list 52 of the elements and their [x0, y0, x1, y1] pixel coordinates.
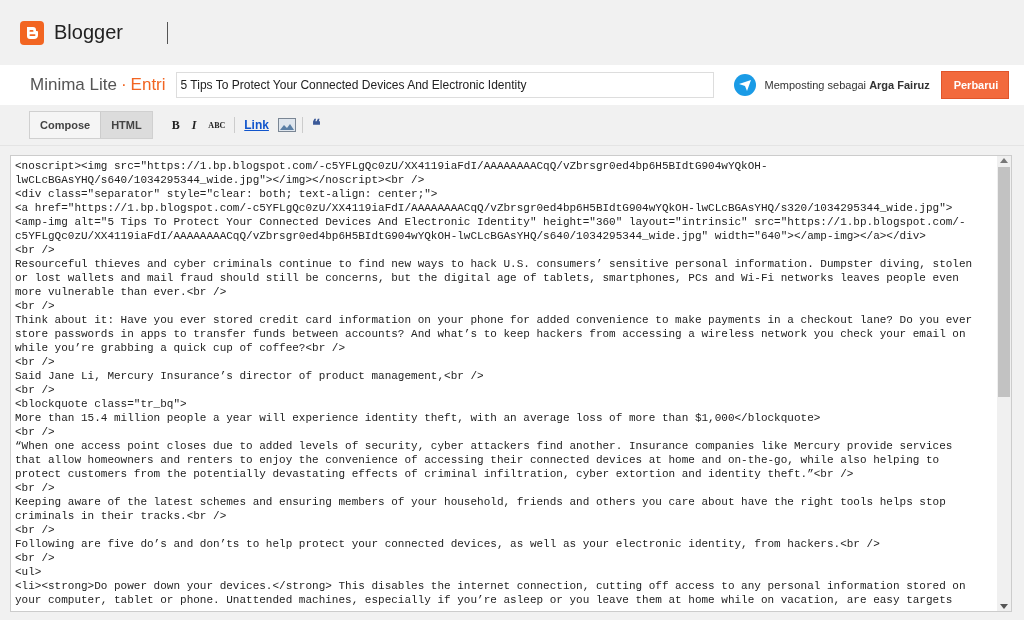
quote-button[interactable]: ❝ — [308, 115, 324, 135]
scroll-down-icon[interactable] — [1000, 604, 1008, 609]
code-line: More than 15.4 million people a year will experience identity theft, with an average loss of more than $1,000</blockquote> — [15, 411, 822, 425]
separator-dot: · — [120, 75, 127, 95]
section-label: Entri — [130, 75, 166, 95]
code-line: Said Jane Li, Mercury Insurance’s director of product management,<br /> — [15, 369, 485, 383]
scrollbar[interactable] — [997, 156, 1011, 611]
code-line: c5YFLgQc0zU/XX4119iaFdI/AAAAAAAACqQ/vZbrsgr0ed4bp6H5BIdtG904wYQkOH-lwCLcBGAsYHQ/s640/1034295344_wide.jpg" width="640"></amp-img></a></div> — [15, 229, 927, 243]
paper-plane-icon — [733, 74, 756, 96]
code-line: more vulnerable than ever.<br /> — [15, 285, 228, 299]
code-line: <noscript><img src="https://1.bp.blogspot.com/-c5YFLgQc0zU/XX4119iaFdI/AAAAAAAACqQ/vZbrsgr0ed4bp6H5BIdtG904wYQkOH- — [15, 159, 769, 173]
code-line: <br /> — [15, 383, 56, 397]
code-line: <ul> — [15, 565, 43, 579]
code-line: <li><strong>Do power down your devices.</strong> This disables the internet connection, cutting off access to any personal information stored on — [15, 579, 967, 593]
bold-button[interactable]: B — [168, 117, 183, 133]
code-line: Think about it: Have you ever stored credit card information on your phone for added convenience to make payments in a checkout lane? Do you ever — [15, 313, 974, 327]
code-line: <br /> — [15, 481, 56, 495]
code-line: that allow homeowners and renters to enjoy the convenience of accessing their connected devices at home and on-the-go, while also helping to — [15, 453, 941, 467]
code-line: <br /> — [15, 551, 56, 565]
code-line: store passwords in apps to transfer funds between accounts? And what’s to keep hackers from accessing a wireless network you check your email on — [15, 327, 967, 341]
code-line: <br /> — [15, 243, 56, 257]
code-line: while you’re grabbing a quick cup of coffee?<br /> — [15, 341, 347, 355]
spellcheck-button[interactable]: ABC — [205, 120, 229, 130]
image-icon[interactable] — [277, 118, 296, 132]
code-line: Keeping aware of the latest schemes and ensuring members of your household, friends and others you care about have the right tools helps stop — [15, 495, 947, 509]
code-line: lwCLcBGAsYHQ/s640/1034295344_wide.jpg"></img></noscript><br /> — [15, 173, 426, 187]
app-name[interactable]: Blogger — [54, 21, 123, 44]
link-button[interactable]: Link — [241, 118, 272, 132]
code-line: or lost wallets and mail fraud should still be concerns, but the digital age of tablets, smartphones, PCs and Wi-Fi networks leaves people even — [15, 271, 960, 285]
post-title-field[interactable]: 5 Tips To Protect Your Connected Devices And Electronic Identity — [175, 72, 714, 98]
code-line: <br /> — [15, 355, 56, 369]
html-editor[interactable] — [10, 155, 1012, 612]
code-line: <amp-img alt="5 Tips To Protect Your Connected Devices And Electronic Identity" height="360" layout="intrinsic" src="https://1.bp.blogspot.com/- — [15, 215, 967, 229]
code-line: Resourceful thieves and cyber criminals continue to find new ways to hack U.S. consumers’ sensitive personal information. Dumpster diving, stolen — [15, 257, 974, 271]
code-line: <br /> — [15, 425, 56, 439]
blogger-logo-icon — [20, 20, 44, 45]
code-line: Following are five do’s and don’ts to help protect your connected devices, as well as your electronic identity, from hackers.<br /> — [15, 537, 881, 551]
mode-tab[interactable]: HTML — [100, 112, 152, 138]
code-line: “When one access point closes due to added levels of security, cyber attackers find another. Insurance companies like Mercury provide services — [15, 439, 954, 453]
code-line: <blockquote class="tr_bq"> — [15, 397, 188, 411]
mode-tab[interactable]: Compose — [30, 112, 101, 138]
italic-button[interactable]: I — [188, 117, 200, 133]
code-line: <br /> — [15, 523, 56, 537]
code-line: protect customers from the potentially devastating effects of criminal infiltration, cyber extortion and identity theft.”<br /> — [15, 467, 855, 481]
code-line: criminals in their tracks.<br /> — [15, 509, 228, 523]
code-line: <div class="separator" style="clear: both; text-align: center;"> — [15, 187, 439, 201]
scroll-up-icon[interactable] — [1000, 158, 1008, 163]
code-line: <a href="https://1.bp.blogspot.com/-c5YFLgQc0zU/XX4119iaFdI/AAAAAAAACqQ/vZbrsgr0ed4bp6H5BIdtG904wYQkOH-lwCLcBGAsYHQ/s320/1034295344_wide.jpg"> — [15, 201, 954, 215]
blog-name: Minima Lite — [30, 75, 117, 95]
code-line: <br /> — [15, 299, 56, 313]
posting-as-text: Memposting sebagai Arga Fairuz — [764, 79, 930, 91]
code-line: your computer, tablet or phone. Unattended machines, especially if you’re asleep or you leave them at home while on vacation, are easy targets — [15, 593, 954, 607]
